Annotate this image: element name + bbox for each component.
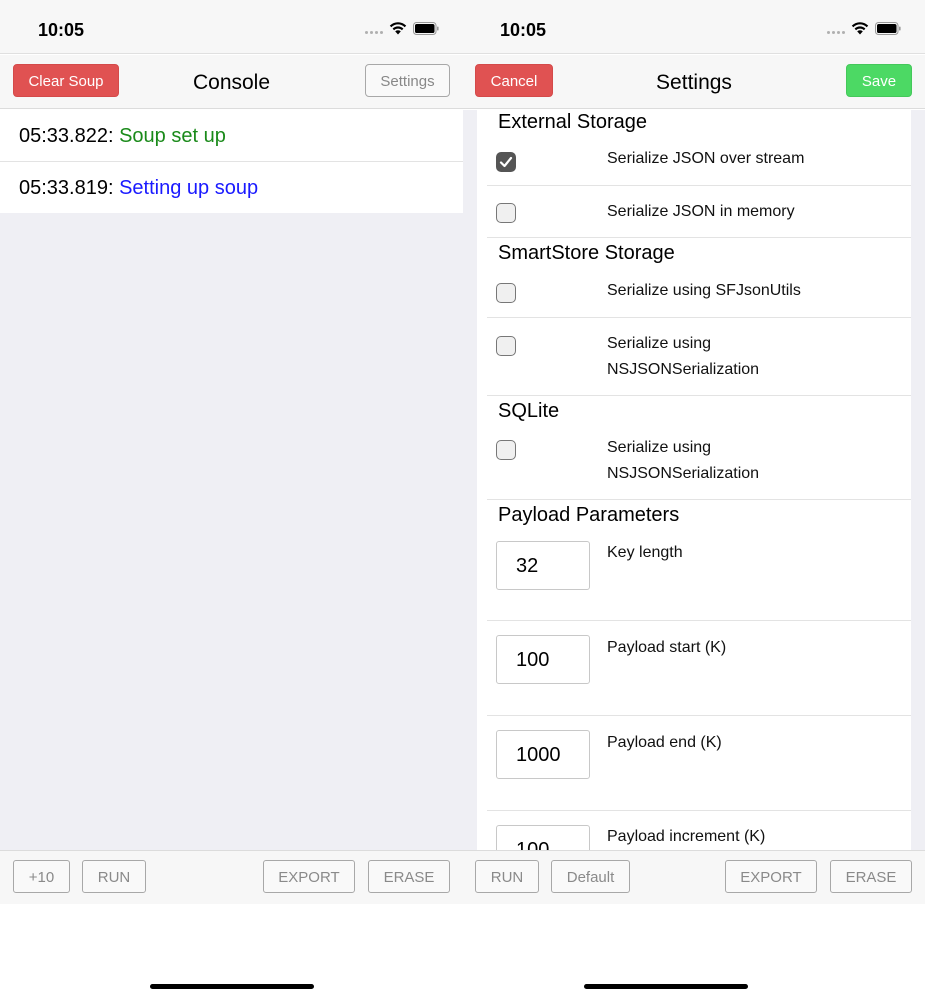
section-title-external-storage: External Storage bbox=[498, 111, 647, 133]
status-bar: 10:05 bbox=[463, 0, 925, 54]
settings-toolbar: RUN Default EXPORT ERASE bbox=[463, 850, 925, 904]
setting-row-payload-end: 1000 Payload end (K) bbox=[487, 716, 911, 811]
log-timestamp: 05:33.822: bbox=[19, 125, 120, 147]
export-button[interactable]: EXPORT bbox=[263, 860, 355, 893]
payload-increment-input[interactable]: 100 bbox=[496, 825, 590, 850]
log-timestamp: 05:33.819: bbox=[19, 177, 120, 199]
section-title-smartstore-storage: SmartStore Storage bbox=[498, 242, 675, 264]
console-screen: 10:05 Clear Soup Console Settings 05:33.… bbox=[0, 0, 463, 1001]
log-message: Setting up soup bbox=[119, 177, 259, 199]
payload-end-input[interactable]: 1000 bbox=[496, 730, 590, 779]
erase-button[interactable]: ERASE bbox=[368, 860, 450, 893]
erase-button[interactable]: ERASE bbox=[830, 860, 912, 893]
wifi-icon bbox=[851, 22, 869, 35]
run-button[interactable]: RUN bbox=[82, 860, 146, 893]
checkmark-icon bbox=[499, 156, 513, 168]
log-message: Soup set up bbox=[119, 125, 226, 147]
settings-nav-bar: Cancel Settings Save bbox=[463, 55, 925, 109]
status-time: 10:05 bbox=[38, 20, 85, 40]
setting-label: Payload increment (K) bbox=[607, 828, 766, 845]
setting-label: Serialize using SFJsonUtils bbox=[607, 282, 801, 299]
default-button[interactable]: Default bbox=[551, 860, 630, 893]
setting-row-json-in-memory[interactable]: Serialize JSON in memory bbox=[487, 186, 911, 238]
setting-row-key-length: 32 Key length bbox=[487, 530, 911, 621]
checkbox-sfjsonutils[interactable] bbox=[496, 283, 516, 303]
battery-icon bbox=[875, 21, 901, 35]
setting-label: Payload end (K) bbox=[607, 734, 722, 751]
checkbox-json-over-stream[interactable] bbox=[496, 152, 516, 172]
setting-label-line: Serialize using bbox=[607, 335, 712, 352]
setting-label: Serialize JSON over stream bbox=[607, 150, 805, 167]
cellular-signal-icon bbox=[827, 23, 845, 34]
checkbox-smartstore-nsjson[interactable] bbox=[496, 336, 516, 356]
plus-ten-button[interactable]: +10 bbox=[13, 860, 70, 893]
checkbox-sqlite-nsjson[interactable] bbox=[496, 440, 516, 460]
cellular-signal-icon bbox=[365, 23, 383, 34]
status-icons bbox=[827, 21, 901, 35]
setting-row-payload-increment: 100 Payload increment (K) bbox=[487, 811, 911, 850]
settings-screen: 10:05 Cancel Settings Save External Stor… bbox=[463, 0, 925, 1001]
setting-label: Serialize using NSJSONSerialization bbox=[607, 435, 759, 487]
settings-form[interactable]: External Storage Serialize JSON over str… bbox=[477, 110, 911, 850]
setting-row-sfjsonutils[interactable]: Serialize using SFJsonUtils bbox=[487, 268, 911, 318]
export-button[interactable]: EXPORT bbox=[725, 860, 817, 893]
home-indicator[interactable] bbox=[150, 984, 314, 989]
payload-start-input[interactable]: 100 bbox=[496, 635, 590, 684]
log-entry: 05:33.819: Setting up soup bbox=[0, 162, 463, 213]
status-bar: 10:05 bbox=[0, 0, 463, 54]
setting-label: Key length bbox=[607, 544, 683, 561]
setting-label-line: Serialize using bbox=[607, 439, 712, 456]
setting-label: Serialize JSON in memory bbox=[607, 203, 795, 220]
setting-row-json-over-stream[interactable]: Serialize JSON over stream bbox=[487, 136, 911, 186]
key-length-input[interactable]: 32 bbox=[496, 541, 590, 590]
section-title-sqlite: SQLite bbox=[498, 400, 560, 422]
setting-row-payload-start: 100 Payload start (K) bbox=[487, 621, 911, 716]
console-toolbar: +10 RUN EXPORT ERASE bbox=[0, 850, 463, 904]
run-button[interactable]: RUN bbox=[475, 860, 539, 893]
setting-row-smartstore-nsjson[interactable]: Serialize using NSJSONSerialization bbox=[487, 318, 911, 396]
home-indicator[interactable] bbox=[584, 984, 748, 989]
setting-label-line: NSJSONSerialization bbox=[607, 465, 760, 482]
setting-label: Payload start (K) bbox=[607, 639, 727, 656]
console-empty-area bbox=[0, 213, 463, 850]
console-log-list: 05:33.822: Soup set up 05:33.819: Settin… bbox=[0, 110, 463, 213]
log-entry: 05:33.822: Soup set up bbox=[0, 110, 463, 162]
section-title-payload-parameters: Payload Parameters bbox=[498, 504, 680, 526]
settings-button[interactable]: Settings bbox=[365, 64, 450, 97]
status-icons bbox=[365, 21, 439, 35]
battery-icon bbox=[413, 21, 439, 35]
setting-label-line: NSJSONSerialization bbox=[607, 361, 760, 378]
save-button[interactable]: Save bbox=[846, 64, 912, 97]
setting-label: Serialize using NSJSONSerialization bbox=[607, 331, 759, 383]
console-nav-bar: Clear Soup Console Settings bbox=[0, 55, 463, 109]
wifi-icon bbox=[389, 22, 407, 35]
checkbox-json-in-memory[interactable] bbox=[496, 203, 516, 223]
status-time: 10:05 bbox=[500, 20, 547, 40]
setting-row-sqlite-nsjson[interactable]: Serialize using NSJSONSerialization bbox=[487, 426, 911, 500]
